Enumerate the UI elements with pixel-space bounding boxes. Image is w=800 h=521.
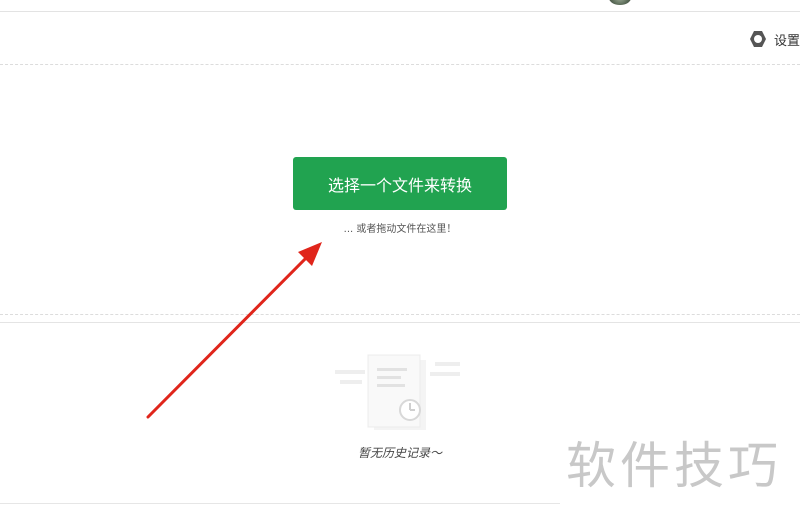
history-empty-text: 暂无历史记录～ <box>357 446 442 460</box>
bottom-divider <box>0 503 560 504</box>
gear-icon <box>748 29 768 49</box>
upload-area-bottom-border <box>0 314 800 315</box>
settings-button[interactable]: 设置 <box>748 28 800 50</box>
watermark: 软件技巧 <box>566 430 800 502</box>
select-file-button[interactable]: 选择一个文件来转换 <box>293 157 507 210</box>
upload-area-top-border <box>0 64 800 65</box>
avatar[interactable] <box>609 0 631 5</box>
drag-drop-hint: ... 或者拖动文件在这里！ <box>343 224 457 235</box>
document-clock-icon <box>330 350 470 440</box>
settings-label: 设置 <box>773 33 800 49</box>
divider <box>0 322 800 323</box>
top-bar <box>0 0 800 12</box>
